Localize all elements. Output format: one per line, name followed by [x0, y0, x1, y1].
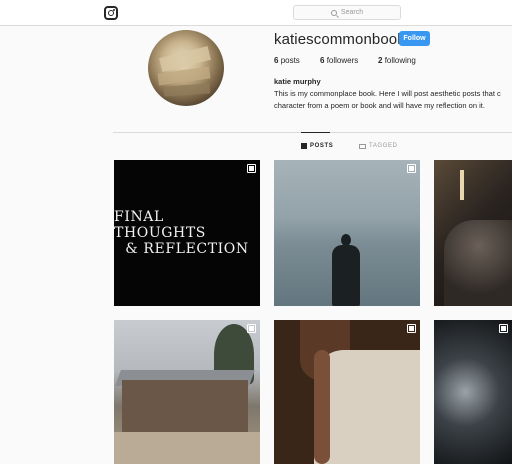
figure-body	[332, 245, 360, 306]
posts-count-label: posts	[280, 56, 300, 65]
search-placeholder: Search	[340, 9, 364, 16]
multiple-photos-icon	[247, 164, 256, 173]
followers-count-value: 6	[320, 56, 325, 65]
profile-bio-line: character from a poem or book and will h…	[274, 101, 485, 110]
grid-icon	[301, 143, 307, 149]
post-tile[interactable]	[114, 320, 260, 464]
posts-count: 6 posts	[274, 56, 300, 65]
multiple-photos-icon	[407, 164, 416, 173]
following-count[interactable]: 2 following	[378, 56, 416, 65]
multiple-photos-icon	[499, 324, 508, 333]
avatar-book-page	[163, 83, 211, 97]
following-count-value: 2	[378, 56, 383, 65]
tab-posts-label: POSTS	[310, 143, 334, 149]
profile-avatar[interactable]	[148, 30, 224, 106]
profile-bio-line: This is my commonplace book. Here I will…	[274, 89, 501, 98]
post-tile[interactable]	[434, 320, 512, 464]
multiple-photos-icon	[407, 324, 416, 333]
follow-button[interactable]: Follow	[399, 31, 430, 46]
active-tab-indicator	[301, 132, 330, 133]
profile-full-name: katie murphy	[274, 77, 321, 86]
tab-posts[interactable]: POSTS	[301, 143, 333, 149]
post-image-ground	[114, 432, 260, 464]
profile-username: katiescommonbook	[274, 31, 405, 48]
post-image-dress	[444, 220, 512, 306]
followers-count[interactable]: 6 followers	[320, 56, 358, 65]
post-tile[interactable]	[434, 160, 512, 306]
following-count-label: following	[384, 56, 416, 65]
post-image-figure	[332, 234, 360, 306]
tab-tagged-label: TAGGED	[369, 143, 398, 149]
posts-count-value: 6	[274, 56, 279, 65]
post-image-house	[122, 380, 248, 434]
search-icon	[330, 9, 337, 16]
post-tile[interactable]	[274, 320, 420, 464]
post-image-braid	[314, 350, 330, 464]
post-caption-image-text: & REFLECTION	[125, 241, 249, 257]
search-input[interactable]: Search	[293, 5, 401, 20]
tag-icon	[359, 143, 366, 149]
instagram-icon[interactable]	[104, 6, 118, 20]
top-navigation-bar: Search	[0, 0, 512, 26]
tab-tagged[interactable]: TAGGED	[359, 143, 398, 149]
post-image-candle	[460, 170, 464, 200]
post-tile[interactable]	[274, 160, 420, 306]
post-caption-image-text: FINAL THOUGHTS	[114, 209, 206, 241]
followers-count-label: followers	[326, 56, 359, 65]
post-tile[interactable]: FINAL THOUGHTS & REFLECTION	[114, 160, 260, 306]
multiple-photos-icon	[247, 324, 256, 333]
